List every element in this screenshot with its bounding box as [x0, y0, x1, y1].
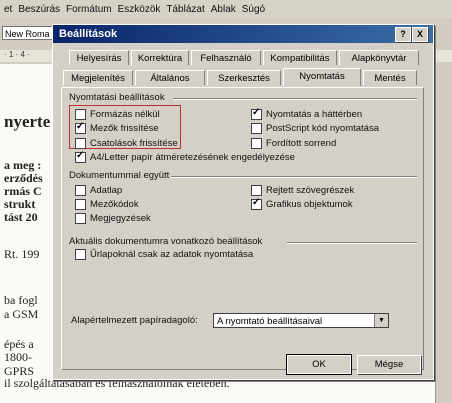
print-options-title: Nyomtatási beállítások	[69, 92, 165, 103]
tab[interactable]: Felhasználó	[191, 50, 261, 65]
checkbox-label: PostScript kód nyomtatása	[266, 123, 379, 134]
tab[interactable]: Mentés	[363, 70, 417, 85]
tab[interactable]: Általános	[135, 70, 205, 85]
checkbox-option[interactable]: Nyomtatás a háttérben	[251, 107, 363, 120]
vertical-scrollbar[interactable]	[435, 64, 452, 403]
checkbox-option[interactable]: Rejtett szövegrészek	[251, 185, 354, 196]
close-button[interactable]: X	[412, 27, 428, 42]
tab[interactable]: Alapkönyvtár	[339, 50, 419, 65]
checkbox-label: Grafikus objektumok	[266, 199, 353, 210]
checkbox-label: Formázás nélkül	[90, 109, 160, 120]
ok-button[interactable]: OK	[286, 354, 352, 375]
dialog-titlebar: Beállítások ? X	[53, 25, 433, 43]
document-text: nyerte	[4, 112, 51, 131]
menu-item[interactable]: Táblázat	[166, 4, 204, 15]
checkbox-option[interactable]: Mezőkódok	[75, 199, 139, 210]
chevron-down-icon[interactable]: ▼	[374, 314, 388, 327]
paper-tray-label: Alapértelmezett papíradagoló:	[71, 315, 198, 326]
tab-active[interactable]: Nyomtatás	[283, 68, 361, 86]
checkbox-label: Űrlapoknál csak az adatok nyomtatása	[90, 249, 254, 260]
checkbox-option[interactable]: PostScript kód nyomtatása	[251, 123, 379, 134]
document-text: 1800-	[4, 350, 32, 364]
checkbox-unchecked[interactable]	[251, 185, 262, 196]
current-document-title: Aktuális dokumentumra vonatkozó beállítá…	[69, 236, 263, 247]
checkbox-option[interactable]: A4/Letter papír átméretezésének engedély…	[75, 150, 295, 163]
checkbox-checked[interactable]	[251, 197, 262, 210]
tab[interactable]: Helyesírás	[69, 50, 129, 65]
menu-item[interactable]: Ablak	[211, 4, 236, 15]
checkbox-label: Nyomtatás a háttérben	[266, 109, 363, 120]
checkbox-option[interactable]: Mezők frissítése	[75, 121, 159, 134]
tab[interactable]: Korrektúra	[131, 50, 189, 65]
help-button[interactable]: ?	[395, 27, 411, 42]
checkbox-option[interactable]: Csatolások frissítése	[75, 138, 178, 149]
checkbox-unchecked[interactable]	[75, 199, 86, 210]
menu-item[interactable]: Eszközök	[118, 4, 161, 15]
checkbox-label: Csatolások frissítése	[90, 138, 178, 149]
divider	[173, 98, 417, 100]
checkbox-label: Mezőkódok	[90, 199, 139, 210]
checkbox-checked[interactable]	[75, 150, 86, 163]
tab[interactable]: Kompatibilitás	[263, 50, 337, 65]
checkbox-unchecked[interactable]	[251, 138, 262, 149]
cancel-button[interactable]: Mégse	[357, 355, 421, 374]
options-dialog: Beállítások ? X Helyesírás Korrektúra Felh…	[52, 24, 434, 380]
paper-tray-value: A nyomtató beállításaival	[217, 316, 323, 327]
with-document-title: Dokumentummal együtt	[69, 170, 170, 181]
menu-item[interactable]: Súgó	[242, 4, 265, 15]
checkbox-label: Rejtett szövegrészek	[266, 185, 355, 196]
checkbox-label: A4/Letter papír átméretezésének engedély…	[90, 152, 295, 163]
tab[interactable]: Megjelenítés	[63, 70, 133, 85]
checkbox-unchecked[interactable]	[251, 123, 262, 134]
tab[interactable]: Szerkesztés	[207, 70, 281, 85]
checkbox-label: Mezők frissítése	[90, 123, 159, 134]
menu-bar: et Beszúrás Formátum Eszközök Táblázat Ablak S…	[0, 0, 452, 18]
font-name-box[interactable]: New Roma	[2, 26, 58, 40]
dialog-title: Beállítások	[59, 28, 118, 40]
checkbox-option[interactable]: Formázás nélkül	[75, 109, 160, 120]
menu-item[interactable]: Beszúrás	[18, 4, 60, 15]
menu-item[interactable]: et	[4, 4, 12, 15]
checkbox-option[interactable]: Grafikus objektumok	[251, 197, 353, 210]
checkbox-label: Megjegyzések	[90, 213, 151, 224]
divider	[171, 176, 417, 178]
document-text: tást 20	[4, 210, 38, 224]
paper-tray-select[interactable]: A nyomtató beállításaival ▼	[213, 313, 389, 328]
checkbox-label: Fordított sorrend	[266, 138, 337, 149]
checkbox-option[interactable]: Megjegyzések	[75, 213, 151, 224]
checkbox-option[interactable]: Űrlapoknál csak az adatok nyomtatása	[75, 249, 253, 260]
divider	[287, 242, 417, 244]
checkbox-checked[interactable]	[75, 121, 86, 134]
document-text: ba fogl	[4, 293, 38, 307]
checkbox-label: Adatlap	[90, 185, 123, 196]
checkbox-unchecked[interactable]	[75, 109, 86, 120]
checkbox-checked[interactable]	[251, 107, 262, 120]
checkbox-unchecked[interactable]	[75, 138, 86, 149]
checkbox-option[interactable]: Adatlap	[75, 185, 122, 196]
checkbox-unchecked[interactable]	[75, 249, 86, 260]
checkbox-unchecked[interactable]	[75, 185, 86, 196]
menu-item[interactable]: Formátum	[66, 4, 112, 15]
checkbox-unchecked[interactable]	[75, 213, 86, 224]
document-text: a GSM	[4, 307, 39, 321]
checkbox-option[interactable]: Fordított sorrend	[251, 138, 336, 149]
document-text: Rt. 199	[4, 247, 40, 261]
